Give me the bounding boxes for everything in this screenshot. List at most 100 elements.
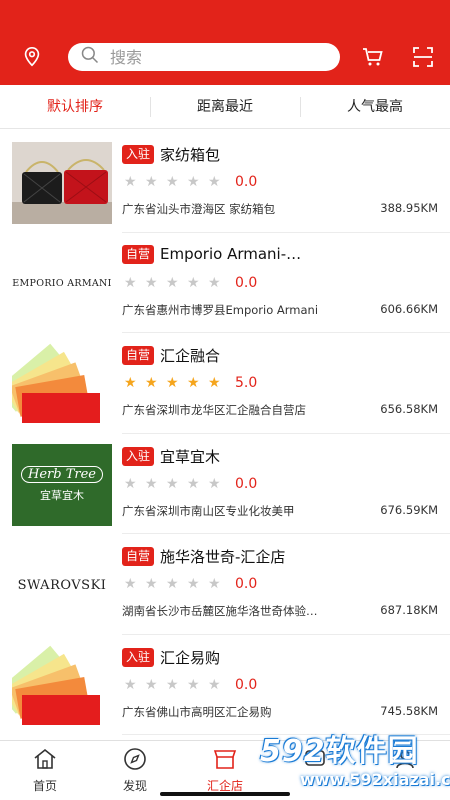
star-icon: ★ [187,475,200,492]
store-address: 广东省汕头市澄海区 家纺箱包 [122,202,276,216]
store-icon [213,750,237,769]
star-icon: ★ [187,676,200,693]
location-pin-icon[interactable] [17,42,47,72]
home-icon [34,748,56,769]
store-distance: 656.58KM [380,402,438,416]
store-name: 家纺箱包 [160,146,221,164]
store-name: 汇企融合 [160,347,221,365]
star-rating: ★ ★ ★ ★ ★ 0.0 [124,677,257,693]
star-icon: ★ [145,375,158,391]
star-icon: ★ [145,576,158,592]
star-icon: ★ [145,475,158,492]
tab-home[interactable]: 首页 [15,747,75,794]
star-rating: ★ ★ ★ ★ ★ 0.0 [124,174,257,190]
star-icon: ★ [145,676,158,693]
star-icon: ★ [124,576,137,592]
watermark-url: www.592xiazai.com [300,770,450,789]
store-badge: 自营 [122,547,155,566]
top-header [0,0,450,85]
app-root: 默认排序 距离最近 人气最高 入驻 [0,0,450,800]
search-bar[interactable] [68,43,340,71]
rating-score: 0.0 [235,174,258,190]
logo-text: SWAROVSKI [17,577,107,593]
star-icon: ★ [208,475,221,492]
store-badge: 自营 [122,244,155,264]
cart-icon[interactable] [358,42,388,72]
star-icon: ★ [187,375,200,391]
store-list: 入驻 家纺箱包 ★ ★ ★ ★ ★ 0.0 广东省汕头市澄海区 家纺箱包 388.95K… [0,132,450,735]
compass-icon [124,748,146,770]
star-icon: ★ [208,174,221,190]
store-address: 广东省佛山市高明区汇企易购 [122,704,272,719]
star-icon: ★ [166,174,179,190]
store-distance: 388.95KM [380,201,438,215]
star-icon: ★ [166,375,179,391]
star-rating: ★ ★ ★ ★ ★ 0.0 [124,476,257,492]
store-badge: 入驻 [122,647,155,667]
store-list-item[interactable]: Herb Tree 宜草宜木 入驻 宜草宜木 ★ ★ ★ ★ ★ 0.0 广东省深圳市南… [0,434,450,534]
store-info: 自营 汇企融合 ★ ★ ★ ★ ★ 5.0 广东省深圳市龙华区汇企融合自营店 656.5… [122,333,450,434]
rating-score: 5.0 [235,375,258,391]
star-icon: ★ [166,475,179,492]
rating-score: 0.0 [235,576,258,592]
store-info: 自营 Emporio Armani-… ★ ★ ★ ★ ★ 0.0 广东省惠州市博罗县E… [122,233,450,333]
search-icon [80,45,100,69]
star-icon: ★ [208,676,221,693]
store-info: 入驻 家纺箱包 ★ ★ ★ ★ ★ 0.0 广东省汕头市澄海区 家纺箱包 388.95K… [122,132,450,233]
logo-text: Herb Tree [21,466,103,483]
store-list-item[interactable]: 入驻 汇企易购 ★ ★ ★ ★ ★ 0.0 广东省佛山市高明区汇企易购 745.58KM [0,635,450,735]
star-icon: ★ [187,174,200,190]
store-distance: 606.66KM [380,301,438,316]
tab-store[interactable]: 汇企店 [195,747,255,794]
star-icon: ★ [124,174,137,190]
store-distance: 676.59KM [380,502,438,517]
store-info: 入驻 宜草宜木 ★ ★ ★ ★ ★ 0.0 广东省深圳市南山区专业化妆美甲 676.59… [122,434,450,534]
store-name: 汇企易购 [160,648,221,667]
swarovski-logo: SWAROVSKI [12,544,112,626]
star-icon: ★ [124,475,137,492]
watermark: 592软件园 www.592xiazai.com [260,726,450,798]
rating-score: 0.0 [235,274,258,291]
rating-score: 0.0 [235,475,258,492]
logo-text: EMPORIO ARMANI [12,278,112,289]
color-swatch-fan [12,343,112,425]
store-badge: 入驻 [122,145,155,164]
store-address: 湖南省长沙市岳麓区施华洛世奇体验… [122,604,318,618]
watermark-text: 软件园 [325,734,419,769]
star-rating: ★ ★ ★ ★ ★ 5.0 [124,375,257,391]
herb-tree-logo: Herb Tree 宜草宜木 [12,443,112,526]
star-icon: ★ [124,676,137,693]
tab-discover[interactable]: 发现 [105,747,165,794]
store-distance: 687.18KM [380,603,438,617]
store-info: 入驻 汇企易购 ★ ★ ★ ★ ★ 0.0 广东省佛山市高明区汇企易购 745.58KM [122,635,450,735]
store-list-item[interactable]: SWAROVSKI 自营 施华洛世奇-汇企店 ★ ★ ★ ★ ★ 0.0 湖南省长沙市岳… [0,534,450,635]
sort-tab-popularity[interactable]: 人气最高 [300,85,450,129]
sort-bar: 默认排序 距离最近 人气最高 [0,85,450,129]
tab-label: 发现 [122,779,147,793]
star-icon: ★ [124,375,137,391]
tab-label: 首页 [32,779,57,793]
star-icon: ★ [145,174,158,190]
store-address: 广东省深圳市南山区专业化妆美甲 [122,503,295,518]
star-icon: ★ [166,576,179,592]
handbags-photo [12,142,112,224]
store-list-item[interactable]: EMPORIO ARMANI 自营 Emporio Armani-… ★ ★ ★ ★ ★… [0,233,450,333]
watermark-number: 592 [260,734,326,769]
store-list-item[interactable]: 入驻 家纺箱包 ★ ★ ★ ★ ★ 0.0 广东省汕头市澄海区 家纺箱包 388.95K… [0,132,450,233]
store-badge: 自营 [122,346,155,365]
star-icon: ★ [208,576,221,592]
color-swatch-fan [12,645,112,727]
star-icon: ★ [166,274,179,291]
star-icon: ★ [208,375,221,391]
sort-tab-default[interactable]: 默认排序 [0,85,150,129]
sort-tab-distance[interactable]: 距离最近 [150,85,300,129]
search-input[interactable] [110,47,310,67]
store-badge: 入驻 [122,446,155,466]
rating-score: 0.0 [235,676,258,693]
star-icon: ★ [145,274,158,291]
star-rating: ★ ★ ★ ★ ★ 0.0 [124,576,257,592]
store-name: 施华洛世奇-汇企店 [160,548,286,566]
scan-icon[interactable] [408,42,438,72]
store-list-item[interactable]: 自营 汇企融合 ★ ★ ★ ★ ★ 5.0 广东省深圳市龙华区汇企融合自营店 656.5… [0,333,450,434]
store-distance: 745.58KM [380,703,438,718]
